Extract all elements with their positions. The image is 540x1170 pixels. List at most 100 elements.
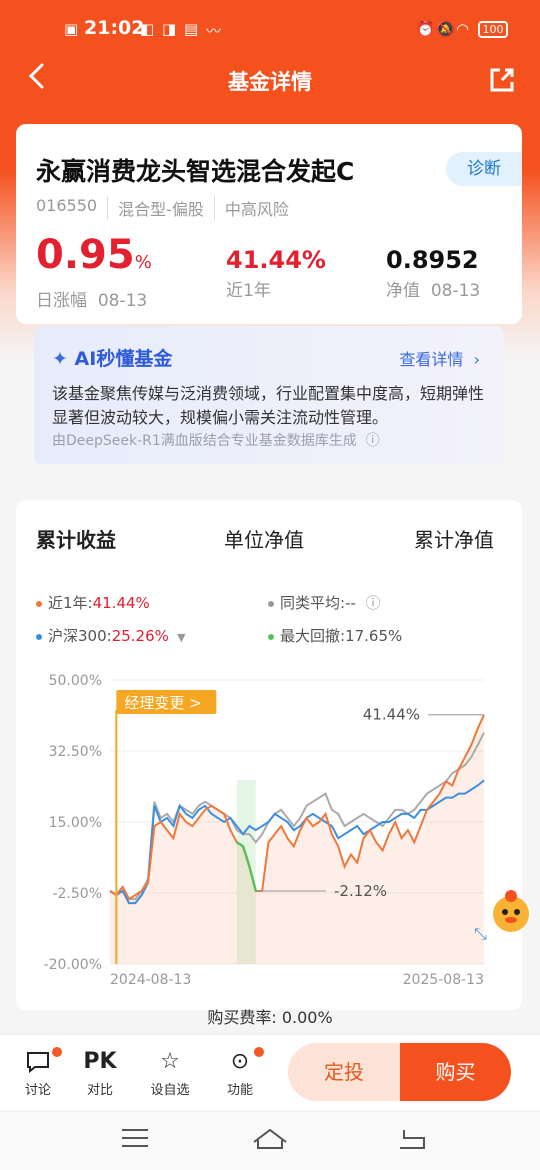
x-tick-label: 2024-08-13	[110, 972, 191, 988]
nav-metric: 0.8952 净值 08-13	[386, 246, 480, 301]
compare-label: 对比	[86, 1083, 113, 1098]
expand-icon[interactable]: ⤡	[474, 924, 487, 944]
daily-change-metric: 0.95% 日涨幅 08-13	[36, 234, 152, 311]
fund-name: 永赢消费龙头智选混合发起C	[36, 157, 355, 186]
fund-summary-card: 永赢消费龙头智选混合发起C 诊断 016550 混合型-偏股 中高风险 0.95…	[16, 124, 522, 324]
ai-detail-link[interactable]: 查看详情 ›	[399, 346, 480, 370]
info-icon[interactable]: ⓘ	[361, 433, 380, 449]
ai-source: 由DeepSeek-R1满血版结合专业基金数据库生成 ⓘ	[52, 430, 380, 450]
y-tick-label: -20.00%	[44, 957, 102, 973]
legend-fund: 近1年:41.44%	[36, 592, 150, 613]
ai-detail-label: 查看详情	[399, 350, 464, 369]
chart-card: 累计收益 单位净值 累计净值 近1年:41.44% 同类平均:-- ⓘ 沪深30…	[16, 500, 522, 1010]
tab-cumulative-nav[interactable]: 累计净值	[414, 524, 494, 553]
bottom-action-bar: 讨论 PK 对比 ☆ 设自选 ⊙ 功能 定投 购买	[0, 1034, 540, 1110]
legend-index-label: 沪深300:	[48, 627, 112, 645]
tab-unit-nav[interactable]: 单位净值	[224, 524, 304, 553]
legend-fund-label: 近1年:	[48, 594, 93, 612]
chat-icon	[8, 1045, 68, 1079]
alarm-icon: ⏰	[416, 20, 435, 38]
legend-dot	[36, 600, 42, 607]
battery-icon: 100	[478, 21, 508, 38]
legend-peer-label: 同类平均:	[280, 594, 346, 612]
legend-drawdown-label: 最大回撤:	[280, 627, 346, 645]
notification-badge	[52, 1047, 62, 1057]
status-time: 21:02	[84, 17, 145, 39]
nav-bar: 基金详情	[0, 56, 540, 106]
nav-label: 净值	[386, 281, 420, 301]
functions-button[interactable]: ⊙ 功能	[210, 1045, 270, 1098]
app-icon: 〰	[206, 22, 222, 40]
legend-peer-value: --	[345, 594, 356, 612]
app-icon: ▤	[184, 20, 199, 38]
min-value-label: -2.12%	[334, 882, 387, 900]
watchlist-button[interactable]: ☆ 设自选	[140, 1045, 200, 1098]
fund-tags: 016550 混合型-偏股 中高风险	[36, 196, 299, 220]
info-icon[interactable]: ⓘ	[361, 594, 380, 612]
legend-peer: 同类平均:-- ⓘ	[268, 592, 380, 613]
fund-type: 混合型-偏股	[107, 196, 214, 220]
ai-summary-text: 该基金聚焦传媒与泛消费领域，行业配置集中度高，短期弹性显著但波动较大，规模偏小需…	[52, 384, 485, 427]
daily-change-unit: %	[134, 252, 152, 273]
legend-index[interactable]: 沪深300:25.26% ▼	[36, 625, 186, 646]
mascot-assistant[interactable]	[486, 886, 536, 936]
auto-invest-button[interactable]: 定投	[288, 1043, 400, 1101]
chevron-right-icon: ›	[468, 350, 480, 369]
nav-date: 08-13	[430, 281, 481, 301]
y-tick-label: 15.00%	[49, 815, 102, 831]
notification-badge	[254, 1047, 264, 1057]
legend-drawdown-value: 17.65%	[345, 627, 403, 645]
y-tick-label: 50.00%	[49, 673, 102, 689]
return-chart[interactable]: 50.00% 32.50% 15.00% -2.50% -20.00% 2024-08-1…	[16, 660, 522, 990]
y-tick-label: 32.50%	[49, 744, 102, 760]
purchase-fee: 购买费率: 0.00%	[0, 1004, 540, 1028]
discussion-label: 讨论	[24, 1083, 51, 1098]
share-icon[interactable]	[488, 66, 516, 94]
diagnose-button[interactable]: 诊断	[446, 152, 522, 186]
ai-title: ✦ AI秒懂基金	[52, 344, 172, 371]
manager-change-label: 经理变更 >	[124, 694, 201, 712]
system-nav-bar	[0, 1112, 540, 1170]
daily-change-value: 0.95	[36, 232, 135, 278]
legend-index-value: 25.26%	[111, 627, 169, 645]
ai-title-text: AI秒懂基金	[74, 348, 173, 370]
page-title: 基金详情	[228, 70, 312, 94]
back-nav-icon[interactable]	[400, 1130, 425, 1149]
legend-drawdown: 最大回撤:17.65%	[268, 625, 402, 646]
ai-source-text: 由DeepSeek-R1满血版结合专业基金数据库生成	[52, 433, 357, 449]
one-year-label: 近1年	[226, 281, 271, 301]
legend-fund-value: 41.44%	[92, 594, 150, 612]
menu-icon[interactable]	[122, 1129, 148, 1147]
one-year-value: 41.44%	[226, 246, 326, 274]
discussion-button[interactable]: 讨论	[8, 1045, 68, 1098]
app-icon: ◧	[140, 20, 155, 38]
ai-summary-card[interactable]: ✦ AI秒懂基金 查看详情 › 该基金聚焦传媒与泛消费领域，行业配置集中度高，短…	[34, 326, 504, 464]
daily-change-label: 日涨幅	[36, 291, 87, 311]
one-year-metric: 41.44% 近1年	[226, 246, 326, 301]
compare-button[interactable]: PK 对比	[70, 1045, 130, 1098]
functions-label: 功能	[226, 1083, 253, 1098]
x-tick-label: 2025-08-13	[403, 972, 484, 988]
nav-value: 0.8952	[386, 246, 479, 274]
pk-icon: PK	[83, 1049, 117, 1074]
legend-dot	[36, 633, 42, 640]
legend-dot	[268, 600, 274, 607]
buy-button[interactable]: 购买	[400, 1043, 511, 1101]
mute-icon: 🔕	[436, 20, 455, 38]
caret-down-icon[interactable]: ▼	[174, 631, 185, 644]
home-icon[interactable]	[253, 1128, 287, 1149]
sparkle-icon: ✦	[52, 348, 68, 370]
fund-code: 016550	[36, 196, 98, 215]
fund-risk: 中高风险	[213, 196, 299, 220]
fee-label: 购买费率: 0.00%	[207, 1008, 333, 1027]
daily-change-date: 08-13	[97, 291, 148, 311]
wifi-icon: ◠	[456, 20, 470, 38]
end-value-label: 41.44%	[363, 706, 420, 724]
more-icon: ⊙	[210, 1045, 270, 1079]
legend-dot	[268, 633, 274, 640]
y-tick-label: -2.50%	[52, 886, 102, 902]
app-icon: ◨	[162, 20, 177, 38]
status-bar: ▣ 21:02 ◧ ◨ ▤ 〰 ⏰ 🔕 ◠ 100	[0, 0, 540, 60]
tab-cumulative-return[interactable]: 累计收益	[36, 524, 116, 553]
watchlist-label: 设自选	[150, 1083, 190, 1098]
